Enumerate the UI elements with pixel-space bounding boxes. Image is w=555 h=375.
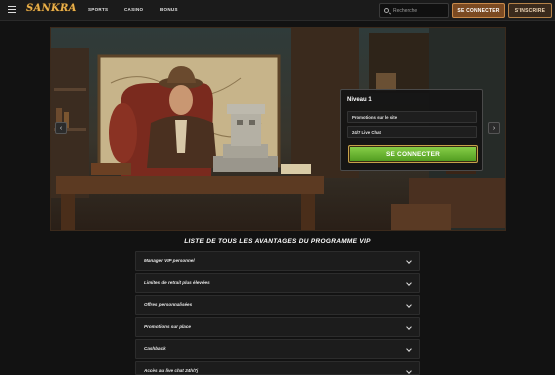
nav-sports[interactable]: SPORTS <box>88 7 108 12</box>
site-logo[interactable]: SANKRA <box>26 3 77 14</box>
accordion-label: Limites de retrait plus élevées <box>144 280 210 285</box>
search-box[interactable] <box>379 3 449 18</box>
accordion-label: Accès au live chat 24h/7j <box>144 368 199 373</box>
accordion-item[interactable]: Promotions sur place <box>135 317 420 337</box>
login-cta-button[interactable]: SE CONNECTER <box>348 145 478 163</box>
accordion-label: Promotions sur place <box>144 324 191 329</box>
chevron-down-icon <box>406 258 412 264</box>
chevron-down-icon <box>406 346 412 352</box>
accordion-item[interactable]: Offres personnalisées <box>135 295 420 315</box>
accordion-label: Offres personnalisées <box>144 302 193 307</box>
level-title: Niveau 1 <box>347 97 372 103</box>
carousel-prev-arrow[interactable]: ‹ <box>55 122 67 134</box>
login-button[interactable]: SE CONNECTER <box>452 3 505 18</box>
accordion-label: Cashback <box>144 346 166 351</box>
carousel-next-arrow[interactable]: › <box>488 122 500 134</box>
search-input[interactable] <box>393 6 445 15</box>
menu-icon[interactable] <box>8 6 16 13</box>
chevron-down-icon <box>406 302 412 308</box>
accordion-item[interactable]: Limites de retrait plus élevées <box>135 273 420 293</box>
search-icon <box>384 8 389 13</box>
chevron-down-icon <box>406 324 412 330</box>
accordion-item[interactable]: Manager VIP personnel <box>135 251 420 271</box>
accordion-label: Manager VIP personnel <box>144 258 195 263</box>
perk-item: 24/7 Live Chat <box>347 126 477 138</box>
nav-bonus[interactable]: BONUS <box>160 7 178 12</box>
accordion-item[interactable]: Cashback <box>135 339 420 359</box>
chevron-down-icon <box>406 280 412 286</box>
register-button[interactable]: S'INSCRIRE <box>508 3 552 18</box>
nav-casino[interactable]: CASINO <box>124 7 143 12</box>
vip-benefits-heading: LISTE DE TOUS LES AVANTAGES DU PROGRAMME… <box>184 238 371 245</box>
accordion-item[interactable]: Accès au live chat 24h/7j <box>135 361 420 375</box>
perk-item: Promotions sur le site <box>347 111 477 123</box>
chevron-down-icon <box>406 368 412 374</box>
vip-level-card: Niveau 1 Promotions sur le site 24/7 Liv… <box>340 89 483 171</box>
top-navigation-bar: SANKRA SPORTS CASINO BONUS SE CONNECTER … <box>0 0 555 21</box>
